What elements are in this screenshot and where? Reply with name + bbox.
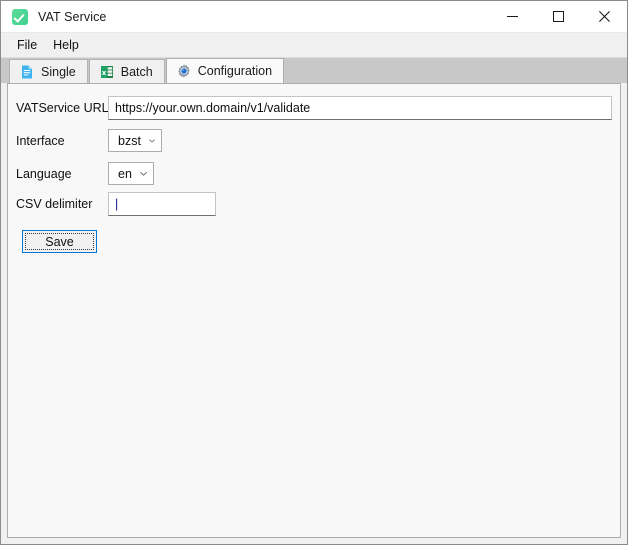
close-icon: [598, 11, 610, 22]
app-window: VAT Service File Help Single x Batch Con…: [0, 0, 628, 545]
menu-item-help[interactable]: Help: [45, 35, 87, 56]
window-title: VAT Service: [38, 9, 107, 24]
csv-delimiter-input[interactable]: [108, 192, 216, 216]
save-button-label: Save: [45, 234, 74, 249]
language-select-value: en: [118, 166, 132, 181]
maximize-button[interactable]: [535, 1, 581, 32]
close-button[interactable]: [581, 1, 627, 32]
minimize-icon: [506, 16, 518, 17]
tab-single-label: Single: [41, 64, 76, 79]
minimize-button[interactable]: [489, 1, 535, 32]
interface-select[interactable]: bzst: [108, 129, 162, 152]
configuration-panel: VATService URL Interface bzst Language e…: [7, 83, 621, 538]
form-row-interface: Interface bzst: [16, 129, 162, 152]
form-row-url: VATService URL: [16, 96, 616, 120]
svg-text:x: x: [101, 69, 106, 77]
tab-batch-label: Batch: [120, 64, 153, 79]
menu-item-file[interactable]: File: [9, 35, 45, 56]
tab-batch[interactable]: x Batch: [88, 59, 165, 83]
tab-single[interactable]: Single: [9, 59, 88, 83]
gear-icon: [177, 64, 190, 78]
window-controls: [489, 1, 627, 32]
form-row-save: Save: [22, 230, 97, 253]
tab-configuration[interactable]: Configuration: [165, 58, 285, 83]
form-row-delimiter: CSV delimiter: [16, 192, 216, 216]
spreadsheet-green-icon: x: [100, 65, 113, 78]
document-blue-icon: [22, 65, 32, 78]
menu-bar: File Help: [1, 33, 627, 58]
chevron-down-icon: [140, 171, 147, 176]
title-bar: VAT Service: [1, 1, 627, 33]
interface-label: Interface: [16, 133, 65, 148]
url-label: VATService URL: [16, 101, 109, 115]
chevron-down-icon: [149, 138, 155, 143]
form-row-language: Language en: [16, 162, 154, 185]
delimiter-label: CSV delimiter: [16, 197, 93, 211]
tab-strip: Single x Batch Configuration: [1, 58, 627, 83]
tab-configuration-label: Configuration: [197, 64, 273, 78]
vatservice-url-input[interactable]: [108, 96, 612, 120]
language-label: Language: [16, 166, 72, 181]
maximize-icon: [552, 11, 564, 22]
check-green-icon: [12, 8, 28, 25]
save-button[interactable]: Save: [22, 230, 97, 253]
language-select[interactable]: en: [108, 162, 154, 185]
interface-select-value: bzst: [118, 133, 141, 148]
